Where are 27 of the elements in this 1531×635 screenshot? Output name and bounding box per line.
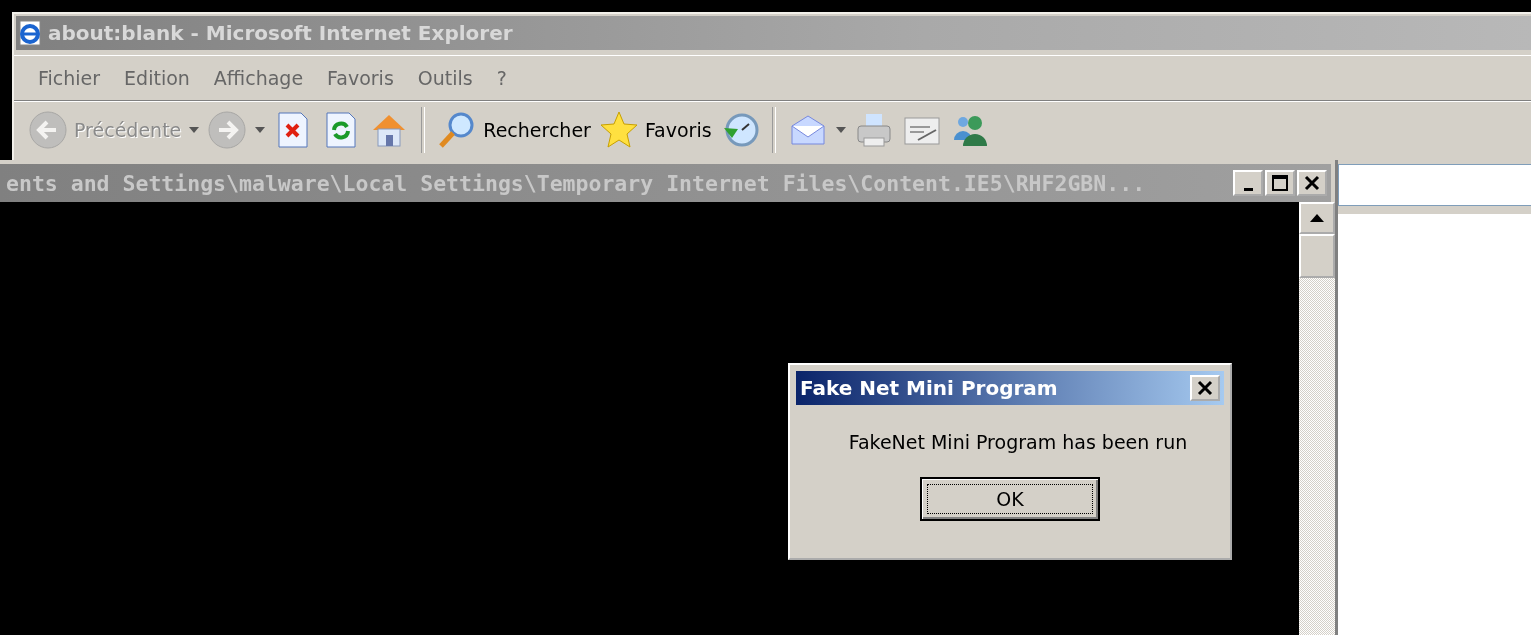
close-icon: [1197, 380, 1213, 396]
scrollbar-thumb[interactable]: [1299, 234, 1335, 278]
menu-item[interactable]: ?: [484, 67, 519, 89]
menu-item[interactable]: Affichage: [201, 67, 316, 89]
dialog-message: FakeNet Mini Program has been run: [847, 431, 1188, 453]
close-button[interactable]: [1297, 170, 1327, 196]
close-icon: [1304, 175, 1320, 191]
up-arrow-icon: [1310, 214, 1324, 222]
caret-icon[interactable]: [835, 127, 846, 133]
scrollbar[interactable]: [1299, 202, 1335, 635]
menu-item[interactable]: Outils: [405, 67, 485, 89]
star-icon: [598, 110, 639, 150]
toolbar-button[interactable]: Rechercher: [437, 110, 591, 150]
window-title: about:blank - Microsoft Internet Explorer: [48, 21, 513, 45]
address-field[interactable]: [1338, 164, 1531, 206]
minimize-button[interactable]: [1233, 170, 1263, 196]
menu-item[interactable]: Favoris: [315, 67, 406, 89]
minimize-icon: [1243, 187, 1253, 191]
toolbar-button[interactable]: Favoris: [598, 110, 712, 150]
ok-button[interactable]: OK: [920, 477, 1100, 521]
maximize-icon: [1272, 175, 1288, 191]
scroll-up-button[interactable]: [1299, 202, 1335, 234]
close-button[interactable]: [1190, 375, 1220, 401]
dialog-title: Fake Net Mini Program: [800, 376, 1058, 400]
menu-item[interactable]: Edition: [112, 67, 202, 89]
maximize-button[interactable]: [1265, 170, 1295, 196]
menu-item[interactable]: Fichier: [26, 67, 113, 89]
